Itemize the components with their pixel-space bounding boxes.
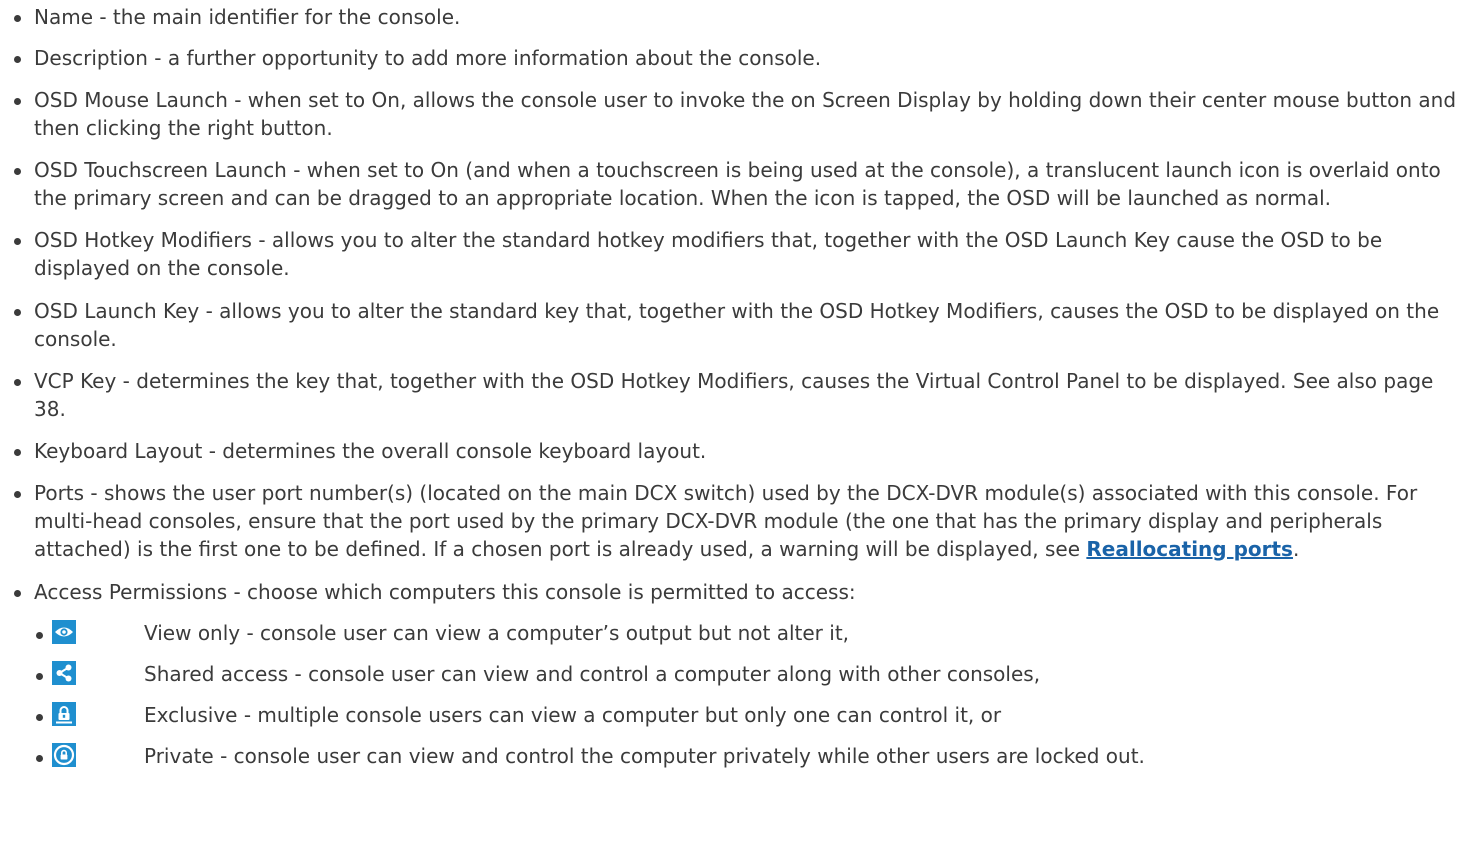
list-item-vcp-key: VCP Key - determines the key that, toget… <box>12 367 1465 423</box>
permission-view-only: View only - console user can view a comp… <box>12 619 1465 647</box>
share-icon <box>52 661 76 685</box>
exclusive-lock-icon <box>52 702 76 726</box>
permission-text: Shared access - console user can view an… <box>144 662 1041 686</box>
document-page: Name - the main identifier for the conso… <box>0 3 1465 770</box>
list-item-access-permissions: Access Permissions - choose which comput… <box>12 578 1465 606</box>
permission-private: Private - console user can view and cont… <box>12 742 1465 770</box>
permission-exclusive: Exclusive - multiple console users can v… <box>12 701 1465 729</box>
list-item-osd-launch-key: OSD Launch Key - allows you to alter the… <box>12 297 1465 353</box>
eye-icon <box>52 620 76 644</box>
list-item-name: Name - the main identifier for the conso… <box>12 3 1465 31</box>
list-item-text: Name - the main identifier for the conso… <box>34 5 461 29</box>
permission-text: View only - console user can view a comp… <box>144 621 850 645</box>
permission-text: Exclusive - multiple console users can v… <box>144 703 1002 727</box>
list-item-text: OSD Mouse Launch - when set to On, allow… <box>34 88 1457 140</box>
list-item-text: VCP Key - determines the key that, toget… <box>34 369 1434 421</box>
list-item-keyboard-layout: Keyboard Layout - determines the overall… <box>12 437 1465 465</box>
list-item-description: Description - a further opportunity to a… <box>12 44 1465 72</box>
list-item-osd-hotkey-modifiers: OSD Hotkey Modifiers - allows you to alt… <box>12 226 1465 282</box>
list-item-text: OSD Touchscreen Launch - when set to On … <box>34 158 1441 210</box>
reallocating-ports-link[interactable]: Reallocating ports <box>1086 537 1293 561</box>
private-lock-icon <box>52 743 76 767</box>
list-item-text: OSD Hotkey Modifiers - allows you to alt… <box>34 228 1383 280</box>
list-item-text: Description - a further opportunity to a… <box>34 46 822 70</box>
permission-shared-access: Shared access - console user can view an… <box>12 660 1465 688</box>
list-item-osd-mouse-launch: OSD Mouse Launch - when set to On, allow… <box>12 86 1465 142</box>
access-permissions-list: View only - console user can view a comp… <box>12 619 1465 770</box>
list-item-text: Access Permissions - choose which comput… <box>34 580 856 604</box>
list-item-ports: Ports - shows the user port number(s) (l… <box>12 479 1465 563</box>
console-settings-list: Name - the main identifier for the conso… <box>12 3 1465 606</box>
permission-text: Private - console user can view and cont… <box>144 744 1145 768</box>
list-item-text: Keyboard Layout - determines the overall… <box>34 439 707 463</box>
list-item-osd-touchscreen-launch: OSD Touchscreen Launch - when set to On … <box>12 156 1465 212</box>
list-item-text-after: . <box>1292 537 1300 561</box>
list-item-text: OSD Launch Key - allows you to alter the… <box>34 299 1440 351</box>
